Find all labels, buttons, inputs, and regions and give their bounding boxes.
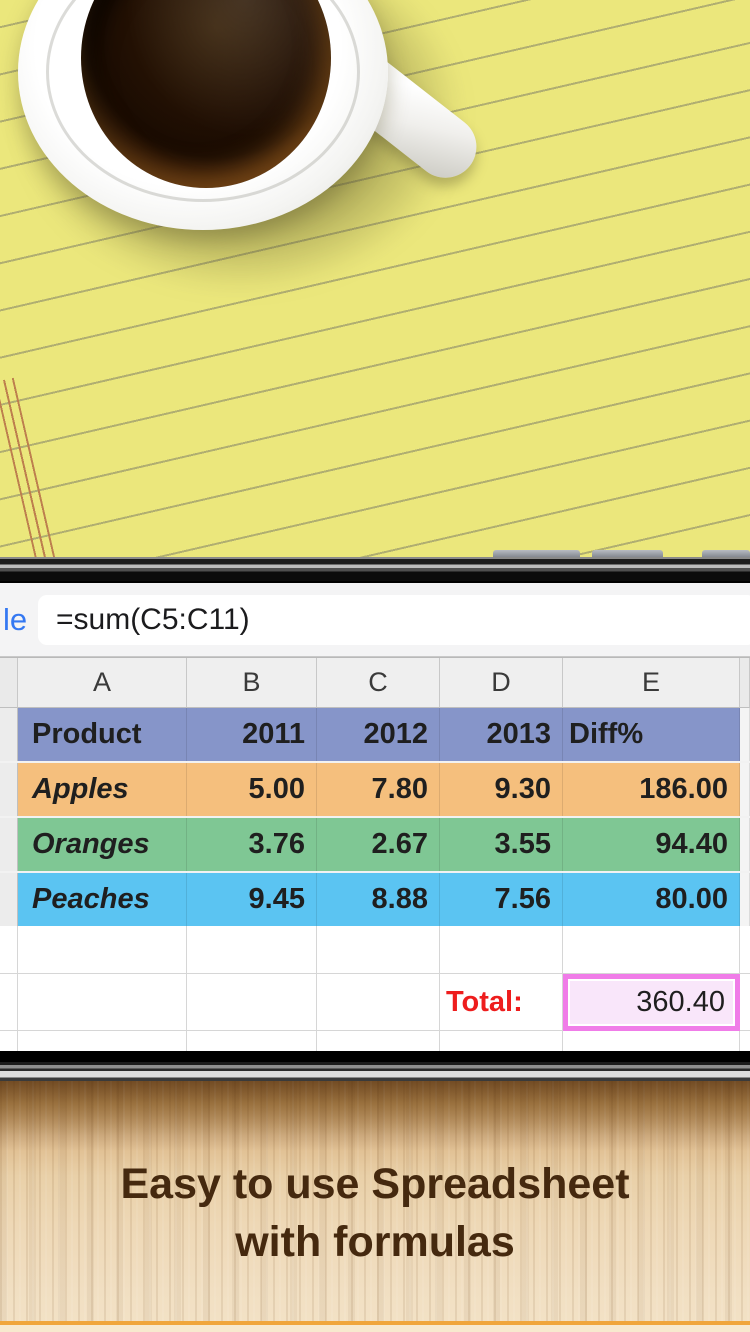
empty-cell[interactable] <box>187 974 317 1031</box>
column-header-b[interactable]: B <box>187 658 317 708</box>
row-header-sliver <box>0 818 18 871</box>
caption-line-2: with formulas <box>235 1218 515 1266</box>
phone-screen: le =sum(C5:C11) A B C D E Product 2011 2… <box>0 583 750 1051</box>
empty-cell[interactable] <box>187 1031 317 1051</box>
spreadsheet-grid: A B C D E Product 2011 2012 2013 Diff% A <box>0 657 750 1051</box>
row-header-sliver <box>0 926 18 974</box>
phone-top-bezel <box>0 557 750 583</box>
total-row: Total: 360.40 <box>0 974 750 1031</box>
cell-overflow <box>740 818 750 871</box>
cell-value[interactable]: 3.76 <box>187 818 317 871</box>
row-header-sliver <box>0 1031 18 1051</box>
cell-product-name[interactable]: Apples <box>18 763 187 816</box>
cell-overflow <box>740 974 750 1031</box>
selected-total-cell[interactable]: 360.40 <box>563 974 740 1031</box>
cell-overflow <box>740 1031 750 1051</box>
row-header-sliver <box>0 873 18 926</box>
empty-row <box>0 926 750 974</box>
row-header-sliver <box>0 974 18 1031</box>
cell-year-2011[interactable]: 2011 <box>187 708 317 761</box>
cell-year-2013[interactable]: 2013 <box>440 708 563 761</box>
cell-value[interactable]: 3.55 <box>440 818 563 871</box>
cell-value[interactable]: 8.88 <box>317 873 440 926</box>
empty-cell[interactable] <box>440 926 563 974</box>
empty-cell[interactable] <box>440 1031 563 1051</box>
empty-cell[interactable] <box>18 1031 187 1051</box>
cell-overflow <box>740 873 750 926</box>
row-header-sliver <box>0 763 18 816</box>
phone-drop-shadow <box>0 1081 750 1151</box>
cell-value[interactable]: 94.40 <box>563 818 740 871</box>
app-store-screenshot: le =sum(C5:C11) A B C D E Product 2011 2… <box>0 0 750 1332</box>
cell-value[interactable]: 186.00 <box>563 763 740 816</box>
empty-cell[interactable] <box>18 974 187 1031</box>
empty-cell[interactable] <box>317 926 440 974</box>
table-row-oranges: Oranges 3.76 2.67 3.55 94.40 <box>0 816 750 871</box>
table-row-peaches: Peaches 9.45 8.88 7.56 80.00 <box>0 871 750 926</box>
cell-value[interactable]: 80.00 <box>563 873 740 926</box>
formula-toolbar: le =sum(C5:C11) <box>0 583 750 657</box>
row-header-sliver <box>0 658 18 708</box>
empty-cell[interactable] <box>18 926 187 974</box>
cell-overflow <box>740 763 750 816</box>
row-header-sliver <box>0 708 18 761</box>
cell-diff-header[interactable]: Diff% <box>563 708 740 761</box>
cell-value[interactable]: 2.67 <box>317 818 440 871</box>
cell-product-header[interactable]: Product <box>18 708 187 761</box>
cell-year-2012[interactable]: 2012 <box>317 708 440 761</box>
cell-value[interactable]: 9.30 <box>440 763 563 816</box>
column-header-row: A B C D E <box>0 657 750 708</box>
cell-value[interactable]: 5.00 <box>187 763 317 816</box>
empty-cell[interactable] <box>563 926 740 974</box>
column-header-d[interactable]: D <box>440 658 563 708</box>
column-header-a[interactable]: A <box>18 658 187 708</box>
column-header-c[interactable]: C <box>317 658 440 708</box>
empty-cell[interactable] <box>317 974 440 1031</box>
table-row-apples: Apples 5.00 7.80 9.30 186.00 <box>0 761 750 816</box>
caption-line-1: Easy to use Spreadsheet <box>120 1160 630 1208</box>
desk-edge-foot <box>0 1325 750 1332</box>
cell-product-name[interactable]: Peaches <box>18 873 187 926</box>
empty-cell[interactable] <box>317 1031 440 1051</box>
notepad-background <box>0 0 750 558</box>
wood-desk-background: Easy to use Spreadsheet with formulas <box>0 1081 750 1332</box>
cell-product-name[interactable]: Oranges <box>18 818 187 871</box>
cell-value[interactable]: 7.56 <box>440 873 563 926</box>
total-label-cell[interactable]: Total: <box>440 974 563 1031</box>
cell-overflow <box>740 708 750 761</box>
table-header-row: Product 2011 2012 2013 Diff% <box>0 708 750 761</box>
column-header-overflow <box>740 658 750 708</box>
cell-value[interactable]: 7.80 <box>317 763 440 816</box>
phone-bottom-bezel <box>0 1051 750 1081</box>
toolbar-left-button[interactable]: le <box>3 583 27 657</box>
column-header-e[interactable]: E <box>563 658 740 708</box>
cell-overflow <box>740 926 750 974</box>
cell-value[interactable]: 9.45 <box>187 873 317 926</box>
empty-cell[interactable] <box>187 926 317 974</box>
marketing-caption: Easy to use Spreadsheet with formulas <box>0 1155 750 1271</box>
partial-row <box>0 1031 750 1051</box>
formula-input[interactable]: =sum(C5:C11) <box>38 595 750 645</box>
empty-cell[interactable] <box>563 1031 740 1051</box>
